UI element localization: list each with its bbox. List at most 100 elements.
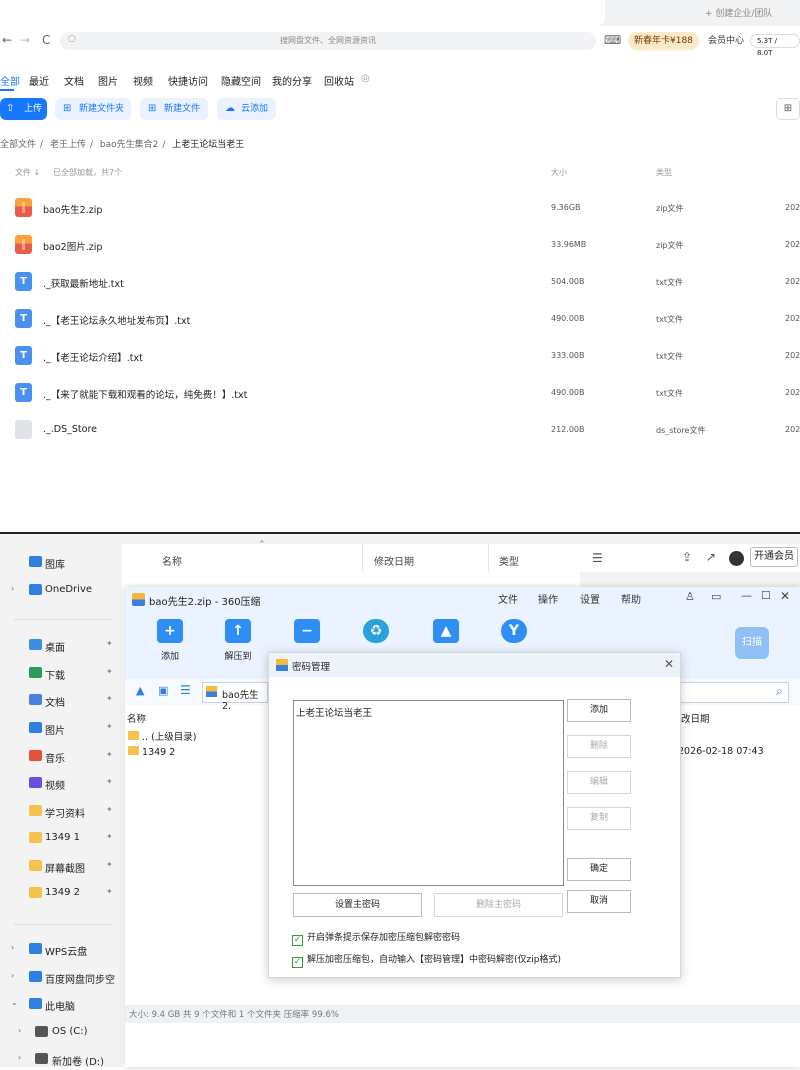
- zip-row-parent[interactable]: .. (上级目录): [128, 729, 197, 743]
- member-center-button[interactable]: 会员中心: [702, 32, 750, 50]
- file-row[interactable]: T ._【老王论坛永久地址发布页】.txt 490.00B txt文件 2026: [0, 300, 800, 337]
- option-save-password[interactable]: ✓ 开启弹条提示保存加密压缩包解密密码: [292, 930, 460, 946]
- menu-file[interactable]: 文件: [498, 591, 518, 606]
- open-member-button[interactable]: 开通会员: [750, 547, 798, 567]
- view-toggle-icon[interactable]: ⊞: [776, 98, 800, 120]
- file-name[interactable]: ._.DS_Store: [43, 424, 97, 435]
- delete-password-button[interactable]: 删除: [567, 735, 631, 758]
- back-icon[interactable]: ←: [2, 33, 12, 47]
- option-auto-fill[interactable]: ✓ 解压加密压缩包，自动输入【密码管理】中密码解密(仅zip格式): [292, 952, 561, 968]
- file-row[interactable]: bao2图片.zip 33.96MB zip文件 2026: [0, 226, 800, 263]
- sidebar-item[interactable]: 音乐 ✦: [0, 745, 122, 767]
- dialog-close-icon[interactable]: ✕: [664, 657, 674, 671]
- chevron-right-icon[interactable]: ›: [11, 584, 14, 593]
- col-file[interactable]: 文件 ↓: [15, 167, 40, 178]
- active-tab[interactable]: [0, 0, 605, 26]
- pin-icon[interactable]: ✦: [106, 694, 113, 703]
- scan-button[interactable]: 扫描: [735, 627, 769, 659]
- avatar[interactable]: [729, 551, 744, 566]
- chevron-right-icon[interactable]: ›: [18, 1026, 21, 1035]
- nav-images[interactable]: 图片: [98, 73, 118, 88]
- col-type[interactable]: 类型: [656, 167, 672, 178]
- pin-icon[interactable]: ✦: [106, 860, 113, 869]
- tool-repair[interactable]: Y: [499, 619, 529, 643]
- tool-delete[interactable]: ♻: [361, 619, 391, 643]
- nav-recent[interactable]: 最近: [29, 73, 49, 88]
- cancel-button[interactable]: 取消: [567, 890, 631, 913]
- sidebar-item[interactable]: 下载 ✦: [0, 662, 122, 684]
- list-view-icon[interactable]: ☰: [180, 683, 191, 697]
- sidebar-item[interactable]: › OneDrive: [0, 579, 122, 601]
- address-bar[interactable]: ○ 搜网盘文件、全网资源资讯: [60, 32, 596, 50]
- tool-image[interactable]: ▲: [431, 619, 461, 643]
- edit-password-button[interactable]: 编辑: [567, 771, 631, 794]
- nav-videos[interactable]: 视频: [133, 73, 153, 88]
- explorer-col-type[interactable]: 类型: [499, 553, 519, 568]
- cloud-upload-icon[interactable]: ⇪: [682, 550, 692, 564]
- cloud-add-button[interactable]: ☁ 云添加: [217, 98, 276, 120]
- chevron-right-icon[interactable]: ›: [11, 971, 14, 980]
- sidebar-item[interactable]: › WPS云盘: [0, 938, 122, 960]
- pin-icon[interactable]: ✦: [106, 667, 113, 676]
- sidebar-item[interactable]: 文档 ✦: [0, 689, 122, 711]
- sidebar-item[interactable]: ⌄ 此电脑: [0, 993, 122, 1015]
- sidebar-item[interactable]: 1349 1 ✦: [0, 827, 122, 849]
- zip-row-folder[interactable]: 1349 2: [128, 746, 175, 758]
- upload-button[interactable]: ⇧ 上传: [0, 98, 47, 120]
- add-password-button[interactable]: 添加: [567, 699, 631, 722]
- pin-icon[interactable]: ✦: [106, 722, 113, 731]
- create-team-link[interactable]: + 创建企业/团队: [705, 6, 772, 19]
- new-folder-button[interactable]: ⊞ 新建文件夹: [55, 98, 131, 120]
- checkbox-checked-icon[interactable]: ✓: [292, 935, 303, 946]
- forward-icon[interactable]: →: [20, 33, 30, 47]
- sidebar-item[interactable]: 屏幕截图 ✦: [0, 855, 122, 877]
- file-name[interactable]: ._【来了就能下载和观看的论坛，纯免费！】.txt: [43, 387, 247, 401]
- nav-hidden-space[interactable]: 隐藏空间: [221, 73, 261, 88]
- ok-button[interactable]: 确定: [567, 858, 631, 881]
- file-row[interactable]: T ._【老王论坛介绍】.txt 333.00B txt文件 2026: [0, 337, 800, 374]
- nav-my-shares[interactable]: 我的分享: [272, 73, 312, 88]
- chevron-down-icon[interactable]: ⌄: [11, 998, 18, 1007]
- sidebar-item[interactable]: 图片 ✦: [0, 717, 122, 739]
- thumbnail-view-icon[interactable]: ▣: [158, 684, 168, 697]
- pin-icon[interactable]: ✦: [106, 832, 113, 841]
- tool-extract-here[interactable]: −: [292, 619, 322, 643]
- pin-icon[interactable]: ✦: [106, 887, 113, 896]
- file-name[interactable]: ._【老王论坛介绍】.txt: [43, 350, 143, 364]
- explorer-col-name[interactable]: 名称: [162, 553, 182, 568]
- menu-settings[interactable]: 设置: [580, 591, 600, 606]
- file-row[interactable]: T ._【来了就能下载和观看的论坛，纯免费！】.txt 490.00B txt文件 20…: [0, 374, 800, 411]
- set-master-password-button[interactable]: 设置主密码: [293, 893, 422, 917]
- file-row[interactable]: bao先生2.zip 9.36GB zip文件 2026: [0, 189, 800, 226]
- file-name[interactable]: bao2图片.zip: [43, 239, 102, 253]
- sidebar-item[interactable]: › 百度网盘同步空: [0, 966, 122, 988]
- pin-icon[interactable]: ✦: [106, 750, 113, 759]
- file-name[interactable]: ._获取最新地址.txt: [43, 276, 124, 290]
- explorer-col-modified[interactable]: 修改日期: [374, 553, 414, 568]
- delete-master-password-button[interactable]: 删除主密码: [434, 893, 563, 917]
- col-size[interactable]: 大小: [551, 167, 567, 178]
- up-arrow-icon[interactable]: ▲: [136, 684, 144, 697]
- checkbox-checked-icon[interactable]: ✓: [292, 957, 303, 968]
- nav-settings-icon[interactable]: ◎: [361, 73, 370, 84]
- copy-password-button[interactable]: 复制: [567, 807, 631, 830]
- sidebar-item[interactable]: 学习资料 ✦: [0, 800, 122, 822]
- password-entry[interactable]: 上老王论坛当老王: [296, 708, 372, 719]
- file-row[interactable]: T ._获取最新地址.txt 504.00B txt文件 2026: [0, 263, 800, 300]
- pin-icon[interactable]: ✦: [106, 639, 113, 648]
- password-list[interactable]: 上老王论坛当老王: [293, 700, 564, 886]
- reload-icon[interactable]: C: [42, 33, 50, 47]
- zip-col-name[interactable]: 名称: [127, 711, 146, 725]
- file-row[interactable]: ._.DS_Store 212.00B ds_store文件 2026: [0, 411, 800, 448]
- nav-quick-access[interactable]: 快捷访问: [168, 73, 208, 88]
- nav-recycle-bin[interactable]: 回收站: [324, 73, 354, 88]
- feedback-icon[interactable]: ▭: [711, 590, 721, 603]
- share-icon[interactable]: ↗: [706, 550, 716, 564]
- menu-operation[interactable]: 操作: [538, 591, 558, 606]
- tool-add[interactable]: + 添加: [155, 619, 185, 662]
- sidebar-item[interactable]: 1349 2 ✦: [0, 882, 122, 904]
- crumb-laowang-upload[interactable]: 老王上传: [50, 140, 86, 150]
- chevron-right-icon[interactable]: ›: [18, 1053, 21, 1062]
- gamepad-icon[interactable]: ⌨: [604, 33, 621, 47]
- chevron-right-icon[interactable]: ›: [11, 943, 14, 952]
